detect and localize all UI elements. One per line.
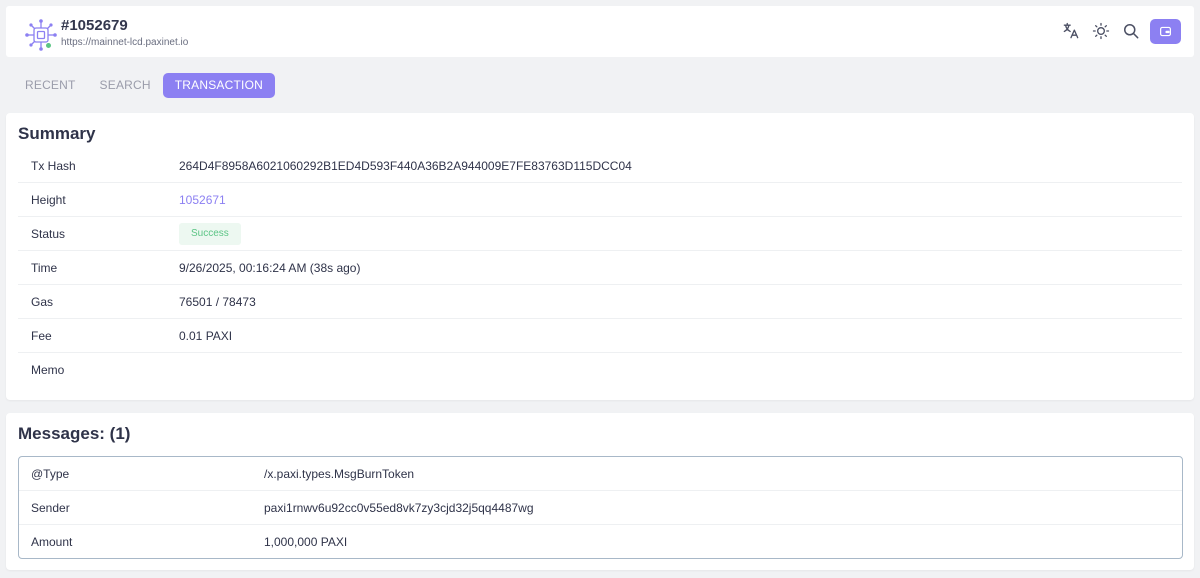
tx-hash-value: 264D4F8958A6021060292B1ED4D593F440A36B2A… — [179, 159, 632, 173]
tab-recent[interactable]: RECENT — [13, 73, 88, 98]
block-title: #1052679 — [61, 17, 128, 34]
wallet-button[interactable] — [1150, 19, 1181, 44]
wallet-icon — [1160, 26, 1171, 37]
endpoint-url: https://mainnet-lcd.paxinet.io — [61, 37, 189, 48]
row-label: Memo — [31, 363, 65, 377]
search-icon[interactable] — [1120, 20, 1142, 42]
message-table: @Type /x.paxi.types.MsgBurnToken Sender … — [18, 456, 1183, 559]
message-row-amount: Amount 1,000,000 PAXI — [19, 525, 1182, 559]
online-status-dot — [45, 42, 52, 49]
gas-value: 76501 / 78473 — [179, 295, 256, 309]
sender-value: paxi1rnwv6u92cc0v55ed8vk7zy3cjd32j5qq448… — [264, 501, 534, 515]
summary-row-status: Status Success — [18, 217, 1182, 251]
row-label: Sender — [31, 501, 70, 515]
summary-title: Summary — [18, 124, 96, 143]
tab-search[interactable]: SEARCH — [88, 73, 163, 98]
message-row-sender: Sender paxi1rnwv6u92cc0v55ed8vk7zy3cjd32… — [19, 491, 1182, 525]
type-value: /x.paxi.types.MsgBurnToken — [264, 467, 415, 481]
message-row-type: @Type /x.paxi.types.MsgBurnToken — [19, 457, 1182, 491]
top-header: #1052679 https://mainnet-lcd.paxinet.io — [6, 6, 1194, 57]
row-label: Status — [31, 227, 66, 241]
summary-row-memo: Memo — [18, 353, 1182, 387]
chain-logo-icon[interactable] — [24, 18, 58, 52]
row-label: Gas — [31, 295, 54, 309]
tab-transaction[interactable]: TRANSACTION — [162, 73, 275, 98]
theme-sun-icon[interactable] — [1090, 20, 1112, 42]
row-label: Height — [31, 193, 66, 207]
tab-bar: RECENT SEARCH TRANSACTION — [13, 73, 275, 98]
summary-card: Summary Tx Hash 264D4F8958A6021060292B1E… — [6, 113, 1194, 400]
row-label: Tx Hash — [31, 159, 76, 173]
row-label: @Type — [31, 467, 70, 481]
summary-row-fee: Fee 0.01 PAXI — [18, 319, 1182, 353]
fee-value: 0.01 PAXI — [179, 329, 233, 343]
translate-icon[interactable] — [1060, 20, 1082, 42]
row-label: Time — [31, 261, 58, 275]
summary-row-gas: Gas 76501 / 78473 — [18, 285, 1182, 319]
messages-title: Messages: (1) — [18, 424, 131, 443]
row-label: Fee — [31, 329, 52, 343]
summary-row-tx-hash: Tx Hash 264D4F8958A6021060292B1ED4D593F4… — [18, 149, 1182, 183]
status-badge: Success — [179, 223, 241, 245]
summary-row-time: Time 9/26/2025, 00:16:24 AM (38s ago) — [18, 251, 1182, 285]
summary-row-height: Height 1052671 — [18, 183, 1182, 217]
height-link[interactable]: 1052671 — [179, 193, 226, 207]
messages-card: Messages: (1) @Type /x.paxi.types.MsgBur… — [6, 413, 1194, 570]
amount-value: 1,000,000 PAXI — [264, 535, 348, 549]
time-value: 9/26/2025, 00:16:24 AM (38s ago) — [179, 261, 361, 275]
row-label: Amount — [31, 535, 73, 549]
